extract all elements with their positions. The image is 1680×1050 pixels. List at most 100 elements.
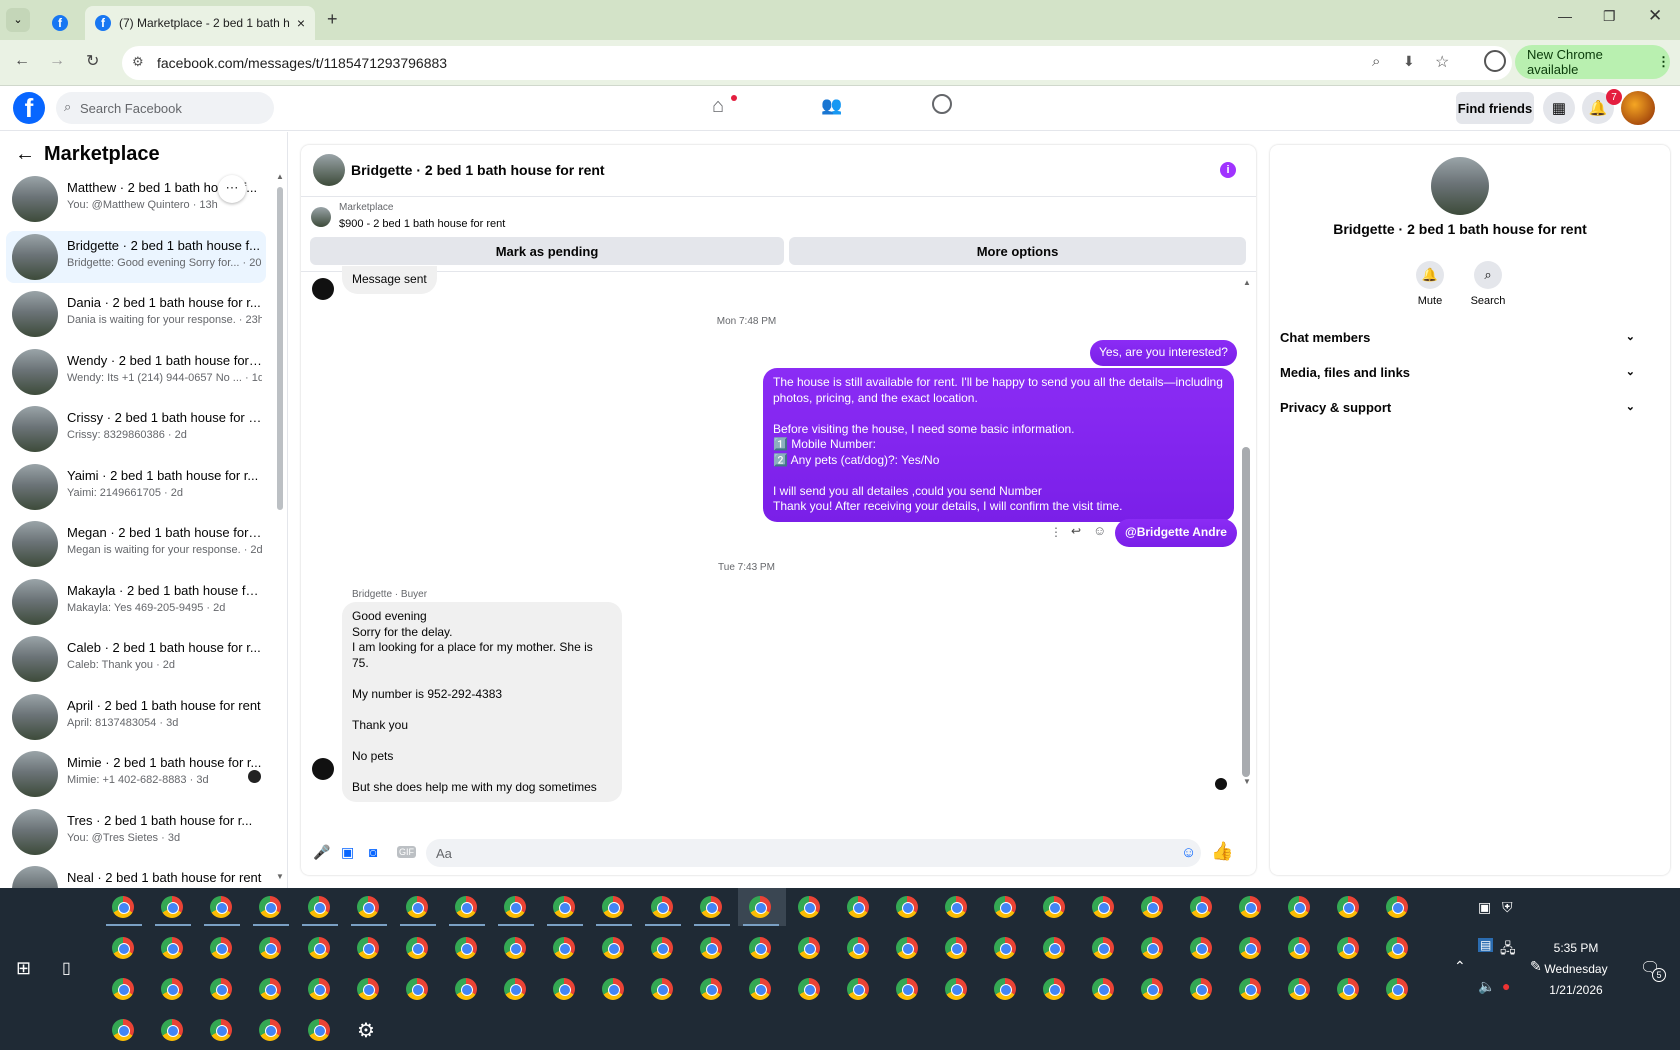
message-input[interactable]: Aa ☺ <box>426 839 1201 867</box>
chrome-taskbar-icon[interactable] <box>455 896 477 918</box>
chrome-taskbar-icon[interactable] <box>553 896 575 918</box>
groups-icon[interactable] <box>932 94 952 114</box>
meet-now-icon[interactable]: ▣ <box>1478 899 1491 916</box>
chrome-taskbar-icon[interactable] <box>553 978 575 1000</box>
chrome-taskbar-icon[interactable] <box>1141 937 1163 959</box>
conversation-item[interactable]: Crissy · 2 bed 1 bath house for r... Cris… <box>6 403 266 455</box>
back-arrow-icon[interactable]: ← <box>15 143 35 166</box>
chrome-taskbar-icon[interactable] <box>455 937 477 959</box>
thread-scrollbar[interactable] <box>1242 447 1250 777</box>
conversation-item[interactable]: Yaimi · 2 bed 1 bath house for r... Yaimi… <box>6 461 266 513</box>
conversation-item[interactable]: Tres · 2 bed 1 bath house for r... You: @… <box>6 806 266 858</box>
profile-icon[interactable] <box>1484 50 1506 72</box>
chrome-taskbar-icon[interactable] <box>1141 978 1163 1000</box>
chrome-taskbar-icon[interactable] <box>308 1019 330 1041</box>
home-icon[interactable]: ⌂ <box>712 95 724 118</box>
react-icon[interactable]: ☺ <box>1093 523 1106 538</box>
listing-thumbnail[interactable] <box>311 207 331 227</box>
sidebar-scrollbar[interactable] <box>277 187 283 510</box>
conversation-item[interactable]: Bridgette · 2 bed 1 bath house f... Bridg… <box>6 230 266 283</box>
chrome-taskbar-icon[interactable] <box>994 978 1016 1000</box>
new-tab-icon[interactable]: + <box>327 9 338 30</box>
outgoing-message[interactable]: The house is still available for rent. I… <box>763 368 1234 522</box>
conversation-more-button[interactable]: ⋯ <box>218 175 246 203</box>
listing-title[interactable]: $900 - 2 bed 1 bath house for rent <box>339 218 505 230</box>
chrome-taskbar-icon[interactable] <box>259 1019 281 1041</box>
chrome-taskbar-icon[interactable] <box>210 937 232 959</box>
chrome-taskbar-icon[interactable] <box>210 978 232 1000</box>
menu-grid-icon[interactable]: ▦ <box>1543 92 1575 124</box>
chrome-taskbar-icon[interactable] <box>161 1019 183 1041</box>
chrome-taskbar-icon[interactable] <box>1092 937 1114 959</box>
sticker-icon[interactable]: ◙ <box>369 844 377 860</box>
chrome-taskbar-icon[interactable] <box>406 978 428 1000</box>
network-icon[interactable]: 🖧 <box>1500 938 1516 962</box>
chrome-taskbar-icon[interactable] <box>504 896 526 918</box>
conversation-item[interactable]: Mimie · 2 bed 1 bath house for r... Mimie… <box>6 748 266 800</box>
task-view-icon[interactable]: ▯ <box>62 958 71 978</box>
chrome-taskbar-icon[interactable] <box>994 937 1016 959</box>
reload-icon[interactable]: ↻ <box>86 51 99 71</box>
scroll-down-icon[interactable]: ▼ <box>276 872 284 881</box>
chrome-taskbar-icon[interactable] <box>994 896 1016 918</box>
chrome-taskbar-icon[interactable] <box>1092 978 1114 1000</box>
chrome-taskbar-icon[interactable] <box>700 937 722 959</box>
chrome-taskbar-icon[interactable] <box>798 978 820 1000</box>
chrome-taskbar-icon[interactable] <box>259 978 281 1000</box>
chrome-taskbar-icon[interactable] <box>161 978 183 1000</box>
chrome-taskbar-icon[interactable] <box>798 896 820 918</box>
chrome-taskbar-icon[interactable] <box>1386 896 1408 918</box>
chrome-taskbar-icon[interactable] <box>1337 896 1359 918</box>
security-shield-icon[interactable]: ⛨ <box>1502 899 1513 916</box>
chrome-taskbar-icon[interactable] <box>602 896 624 918</box>
chrome-taskbar-icon[interactable] <box>1092 896 1114 918</box>
incoming-message[interactable]: Good evening Sorry for the delay. I am l… <box>342 602 622 802</box>
show-hidden-icons-chevron-icon[interactable]: ⌃ <box>1454 958 1466 975</box>
chrome-taskbar-icon[interactable] <box>161 937 183 959</box>
chrome-taskbar-icon[interactable] <box>798 937 820 959</box>
chrome-taskbar-icon[interactable] <box>1386 978 1408 1000</box>
chrome-taskbar-icon[interactable] <box>1337 978 1359 1000</box>
minimize-icon[interactable]: — <box>1558 8 1572 24</box>
chrome-taskbar-icon[interactable] <box>308 978 330 1000</box>
bookmark-star-icon[interactable]: ☆ <box>1435 52 1449 72</box>
mute-button[interactable]: 🔔 Mute <box>1400 261 1460 307</box>
chrome-taskbar-icon[interactable] <box>1239 896 1261 918</box>
chrome-taskbar-icon[interactable] <box>896 978 918 1000</box>
chat-avatar[interactable] <box>313 154 345 186</box>
chrome-taskbar-icon[interactable] <box>1190 896 1212 918</box>
address-bar[interactable]: ⚙ facebook.com/messages/t/11854712937968… <box>122 46 1512 80</box>
chrome-taskbar-icon[interactable] <box>1288 978 1310 1000</box>
chrome-taskbar-icon[interactable] <box>455 978 477 1000</box>
chrome-taskbar-icon[interactable] <box>1288 937 1310 959</box>
back-icon[interactable]: ← <box>14 52 30 70</box>
chrome-taskbar-icon[interactable] <box>749 937 771 959</box>
close-tab-icon[interactable]: × <box>297 15 305 31</box>
privacy-support-section[interactable]: Privacy & support ⌄ <box>1280 400 1635 415</box>
chrome-taskbar-icon[interactable] <box>1239 937 1261 959</box>
chrome-taskbar-icon[interactable] <box>651 937 673 959</box>
chrome-taskbar-icon[interactable] <box>847 978 869 1000</box>
conversation-item[interactable]: April · 2 bed 1 bath house for rent April… <box>6 691 266 743</box>
media-files-links-section[interactable]: Media, files and links ⌄ <box>1280 365 1635 380</box>
chrome-taskbar-icon[interactable] <box>112 1019 134 1041</box>
app-tray-icon[interactable]: ▤ <box>1478 938 1494 952</box>
chrome-taskbar-icon[interactable] <box>945 896 967 918</box>
scroll-down-icon[interactable]: ▼ <box>1243 777 1251 786</box>
conversation-avatar[interactable] <box>1431 157 1489 215</box>
scroll-up-icon[interactable]: ▲ <box>1243 278 1251 287</box>
chrome-taskbar-icon[interactable] <box>1190 978 1212 1000</box>
chrome-taskbar-icon[interactable] <box>749 896 771 918</box>
chrome-taskbar-icon[interactable] <box>896 937 918 959</box>
chrome-taskbar-icon[interactable] <box>1386 937 1408 959</box>
chrome-taskbar-icon[interactable] <box>112 978 134 1000</box>
chrome-taskbar-icon[interactable] <box>1190 937 1212 959</box>
settings-gear-icon[interactable]: ⚙ <box>357 1018 375 1043</box>
chrome-taskbar-icon[interactable] <box>945 937 967 959</box>
chrome-taskbar-icon[interactable] <box>406 937 428 959</box>
chrome-taskbar-icon[interactable] <box>161 896 183 918</box>
tab-search-button[interactable]: ⌄ <box>6 8 30 32</box>
scroll-up-icon[interactable]: ▲ <box>276 172 284 181</box>
chrome-taskbar-icon[interactable] <box>308 937 330 959</box>
search-conversation-button[interactable]: ⌕ Search <box>1458 261 1518 307</box>
